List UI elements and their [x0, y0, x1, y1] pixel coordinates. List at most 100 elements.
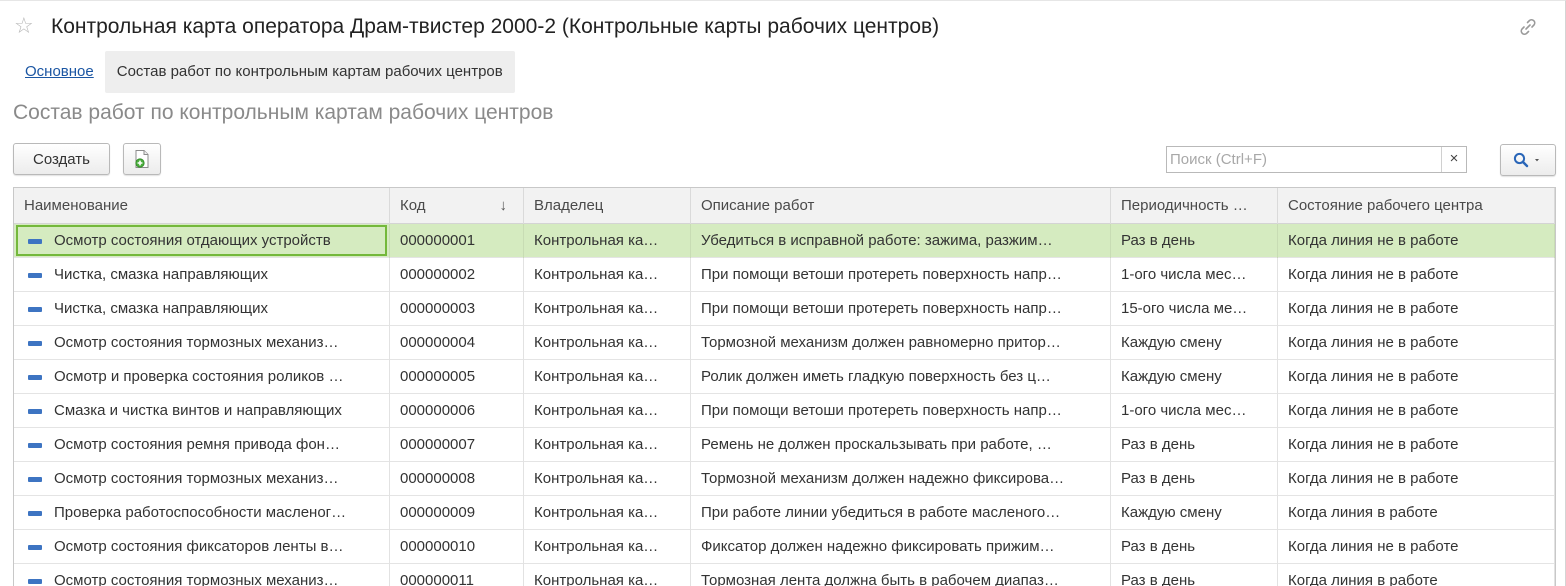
- favorite-star-icon[interactable]: ☆: [14, 14, 34, 38]
- cell-description[interactable]: Тормозная лента должна быть в рабочем ди…: [691, 564, 1111, 586]
- cell-description[interactable]: Фиксатор должен надежно фиксировать приж…: [691, 530, 1111, 564]
- table-row[interactable]: Проверка работоспособности масленог… 0000…: [14, 496, 1555, 530]
- search-field: ×: [1166, 146, 1467, 173]
- cell-period[interactable]: Каждую смену: [1111, 326, 1278, 360]
- cell-name[interactable]: Чистка, смазка направляющих: [14, 292, 390, 326]
- table-row[interactable]: Чистка, смазка направляющих 000000002 Конт…: [14, 258, 1555, 292]
- cell-name-text: Осмотр состояния отдающих устройств: [54, 232, 331, 249]
- cell-owner[interactable]: Контрольная ка…: [524, 394, 691, 428]
- cell-description[interactable]: Убедиться в исправной работе: зажима, ра…: [691, 224, 1111, 258]
- cell-code[interactable]: 000000007: [390, 428, 524, 462]
- cell-description[interactable]: Тормозной механизм должен надежно фиксир…: [691, 462, 1111, 496]
- cell-description[interactable]: Тормозной механизм должен равномерно при…: [691, 326, 1111, 360]
- cell-owner[interactable]: Контрольная ка…: [524, 462, 691, 496]
- cell-state[interactable]: Когда линия не в работе: [1278, 292, 1555, 326]
- cell-owner[interactable]: Контрольная ка…: [524, 564, 691, 586]
- copy-button[interactable]: [123, 143, 161, 175]
- cell-code[interactable]: 000000002: [390, 258, 524, 292]
- work-list-table: Наименование Код ↓ Владелец Описание раб…: [13, 187, 1556, 586]
- cell-period[interactable]: 1-ого числа мес…: [1111, 258, 1278, 292]
- cell-description[interactable]: Ремень не должен проскальзывать при рабо…: [691, 428, 1111, 462]
- column-header-state[interactable]: Состояние рабочего центра: [1278, 188, 1555, 224]
- column-header-owner[interactable]: Владелец: [524, 188, 691, 224]
- cell-code[interactable]: 000000004: [390, 326, 524, 360]
- cell-state[interactable]: Когда линия не в работе: [1278, 428, 1555, 462]
- cell-owner[interactable]: Контрольная ка…: [524, 496, 691, 530]
- cell-code[interactable]: 000000011: [390, 564, 524, 586]
- cell-period[interactable]: Каждую смену: [1111, 360, 1278, 394]
- cell-code[interactable]: 000000008: [390, 462, 524, 496]
- cell-code[interactable]: 000000006: [390, 394, 524, 428]
- cell-code[interactable]: 000000001: [390, 224, 524, 258]
- table-row[interactable]: Чистка, смазка направляющих 000000003 Конт…: [14, 292, 1555, 326]
- cell-state[interactable]: Когда линия не в работе: [1278, 530, 1555, 564]
- cell-owner[interactable]: Контрольная ка…: [524, 258, 691, 292]
- cell-code[interactable]: 000000003: [390, 292, 524, 326]
- cell-state[interactable]: Когда линия не в работе: [1278, 394, 1555, 428]
- cell-owner[interactable]: Контрольная ка…: [524, 530, 691, 564]
- cell-code[interactable]: 000000009: [390, 496, 524, 530]
- cell-state[interactable]: Когда линия в работе: [1278, 496, 1555, 530]
- copy-document-icon: [135, 150, 149, 168]
- cell-state[interactable]: Когда линия не в работе: [1278, 360, 1555, 394]
- cell-code[interactable]: 000000005: [390, 360, 524, 394]
- clear-search-icon[interactable]: ×: [1441, 147, 1466, 172]
- cell-name[interactable]: Осмотр состояния тормозных механиз…: [14, 326, 390, 360]
- cell-name[interactable]: Осмотр состояния отдающих устройств: [14, 224, 390, 258]
- cell-name[interactable]: Осмотр и проверка состояния роликов …: [14, 360, 390, 394]
- cell-state[interactable]: Когда линия не в работе: [1278, 326, 1555, 360]
- table-row[interactable]: Осмотр состояния ремня привода фон… 00000…: [14, 428, 1555, 462]
- cell-code[interactable]: 000000010: [390, 530, 524, 564]
- cell-name[interactable]: Проверка работоспособности масленог…: [14, 496, 390, 530]
- column-header-name[interactable]: Наименование: [14, 188, 390, 224]
- cell-owner[interactable]: Контрольная ка…: [524, 428, 691, 462]
- cell-description[interactable]: Ролик должен иметь гладкую поверхность б…: [691, 360, 1111, 394]
- cell-state[interactable]: Когда линия не в работе: [1278, 224, 1555, 258]
- cell-description[interactable]: При помощи ветоши протереть поверхность …: [691, 292, 1111, 326]
- table-row[interactable]: Осмотр состояния тормозных механиз… 00000…: [14, 462, 1555, 496]
- cell-name[interactable]: Смазка и чистка винтов и направляющих: [14, 394, 390, 428]
- cell-description[interactable]: При работе линии убедиться в работе масл…: [691, 496, 1111, 530]
- cell-name[interactable]: Осмотр состояния тормозных механиз…: [14, 564, 390, 586]
- cell-period[interactable]: Раз в день: [1111, 428, 1278, 462]
- cell-state[interactable]: Когда линия не в работе: [1278, 258, 1555, 292]
- column-header-code[interactable]: Код ↓: [390, 188, 524, 224]
- cell-state[interactable]: Когда линия не в работе: [1278, 462, 1555, 496]
- table-row[interactable]: Осмотр состояния тормозных механиз… 00000…: [14, 564, 1555, 586]
- tab-main[interactable]: Основное: [14, 51, 105, 93]
- cell-period[interactable]: Раз в день: [1111, 530, 1278, 564]
- table-row[interactable]: Осмотр состояния тормозных механиз… 00000…: [14, 326, 1555, 360]
- cell-period[interactable]: Раз в день: [1111, 462, 1278, 496]
- table-row[interactable]: Осмотр состояния отдающих устройств 00000…: [14, 224, 1555, 258]
- link-icon[interactable]: [1516, 15, 1540, 39]
- cell-owner[interactable]: Контрольная ка…: [524, 360, 691, 394]
- cell-owner[interactable]: Контрольная ка…: [524, 326, 691, 360]
- cell-period[interactable]: 1-ого числа мес…: [1111, 394, 1278, 428]
- cell-description[interactable]: При помощи ветоши протереть поверхность …: [691, 394, 1111, 428]
- table-row[interactable]: Смазка и чистка винтов и направляющих 000…: [14, 394, 1555, 428]
- cell-name[interactable]: Осмотр состояния фиксаторов ленты в…: [14, 530, 390, 564]
- catalog-item-icon: [28, 545, 42, 550]
- search-button[interactable]: [1500, 144, 1556, 176]
- table-row[interactable]: Осмотр состояния фиксаторов ленты в… 0000…: [14, 530, 1555, 564]
- cell-period[interactable]: Раз в день: [1111, 564, 1278, 586]
- search-input[interactable]: [1167, 147, 1441, 172]
- section-title: Состав работ по контрольным картам рабоч…: [13, 101, 554, 124]
- cell-period[interactable]: Каждую смену: [1111, 496, 1278, 530]
- catalog-item-icon: [28, 239, 42, 244]
- column-header-period[interactable]: Периодичность …: [1111, 188, 1278, 224]
- cell-name[interactable]: Чистка, смазка направляющих: [14, 258, 390, 292]
- cell-name[interactable]: Осмотр состояния тормозных механиз…: [14, 462, 390, 496]
- sort-descending-icon: ↓: [499, 197, 508, 214]
- cell-name[interactable]: Осмотр состояния ремня привода фон…: [14, 428, 390, 462]
- cell-state[interactable]: Когда линия в работе: [1278, 564, 1555, 586]
- cell-owner[interactable]: Контрольная ка…: [524, 224, 691, 258]
- column-header-description[interactable]: Описание работ: [691, 188, 1111, 224]
- tab-work-list[interactable]: Состав работ по контрольным картам рабоч…: [104, 51, 515, 93]
- cell-owner[interactable]: Контрольная ка…: [524, 292, 691, 326]
- table-row[interactable]: Осмотр и проверка состояния роликов … 000…: [14, 360, 1555, 394]
- cell-period[interactable]: Раз в день: [1111, 224, 1278, 258]
- create-button[interactable]: Создать: [13, 143, 110, 175]
- cell-period[interactable]: 15-ого числа ме…: [1111, 292, 1278, 326]
- cell-description[interactable]: При помощи ветоши протереть поверхность …: [691, 258, 1111, 292]
